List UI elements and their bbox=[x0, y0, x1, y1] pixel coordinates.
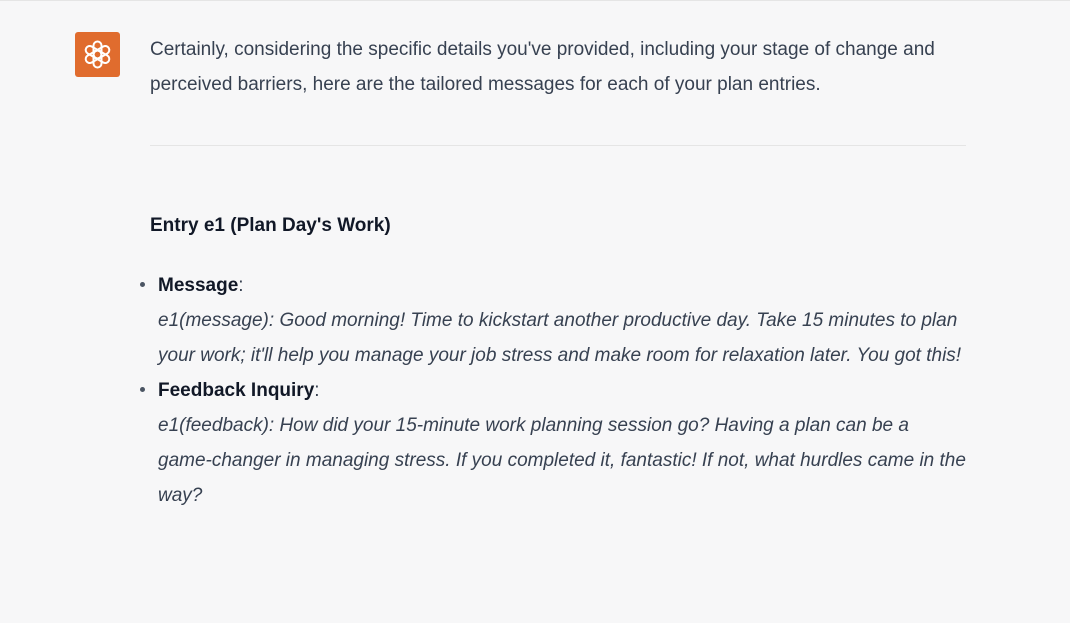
horizontal-divider bbox=[150, 145, 966, 146]
item-separator: : bbox=[314, 380, 320, 401]
item-body: e1(message): Good morning! Time to kicks… bbox=[158, 310, 962, 366]
entry-item-list: Message: e1(message): Good morning! Time… bbox=[140, 268, 966, 513]
assistant-message: Certainly, considering the specific deta… bbox=[140, 32, 966, 513]
item-title: Feedback Inquiry bbox=[158, 380, 315, 401]
top-border bbox=[0, 0, 1070, 1]
list-item-message: Message: e1(message): Good morning! Time… bbox=[140, 268, 966, 373]
bullet-icon bbox=[140, 282, 145, 287]
list-item-feedback-inquiry: Feedback Inquiry: e1(feedback): How did … bbox=[140, 373, 966, 513]
assistant-avatar bbox=[75, 32, 120, 77]
entry-heading: Entry e1 (Plan Day's Work) bbox=[150, 215, 391, 236]
item-separator: : bbox=[238, 275, 244, 296]
openai-logo-icon bbox=[75, 32, 120, 77]
intro-text: Certainly, considering the specific deta… bbox=[150, 39, 935, 95]
item-title: Message bbox=[158, 275, 239, 296]
bullet-icon bbox=[140, 387, 145, 392]
item-body: e1(feedback): How did your 15-minute wor… bbox=[158, 415, 966, 506]
